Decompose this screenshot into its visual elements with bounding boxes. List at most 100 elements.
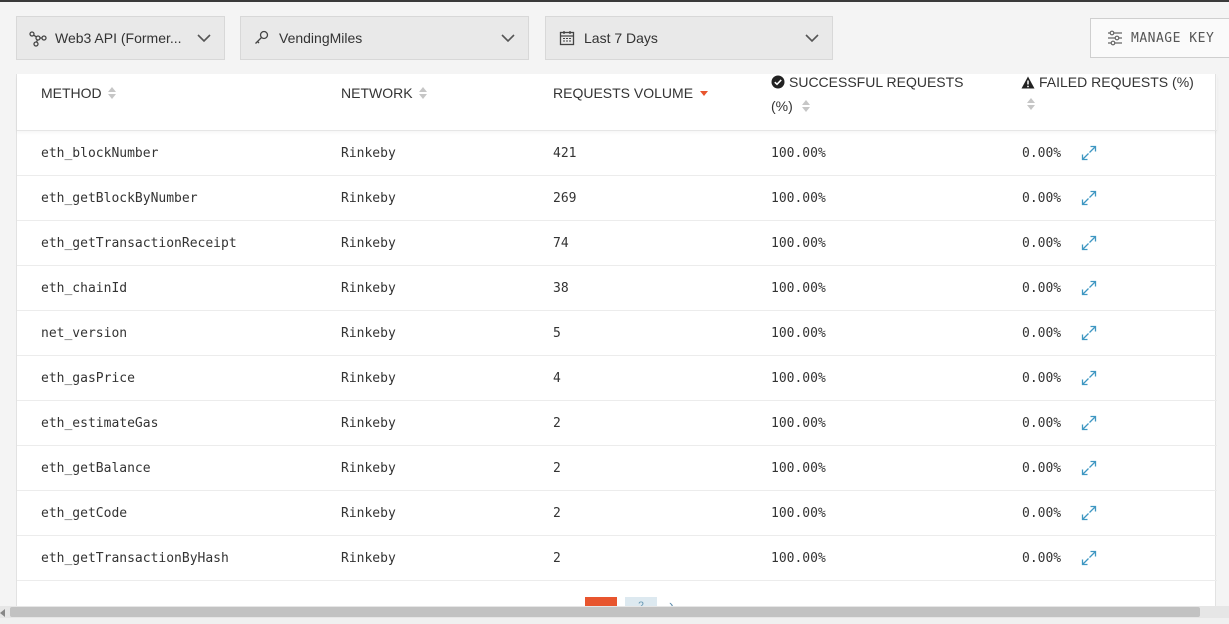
cell-success: 100.00% bbox=[771, 281, 826, 296]
key-select[interactable]: VendingMiles bbox=[240, 16, 529, 60]
cell-failed: 0.00% bbox=[1022, 281, 1062, 296]
cell-failed: 0.00% bbox=[1022, 236, 1062, 251]
cell-volume: 2 bbox=[553, 416, 561, 431]
cell-failed: 0.00% bbox=[1022, 551, 1062, 566]
expand-icon[interactable] bbox=[1080, 504, 1098, 522]
expand-icon[interactable] bbox=[1080, 324, 1098, 342]
column-failed-sort[interactable] bbox=[1027, 98, 1035, 110]
column-success[interactable]: SUCCESSFUL REQUESTS bbox=[771, 74, 964, 90]
key-select-value: VendingMiles bbox=[279, 30, 363, 46]
cell-success: 100.00% bbox=[771, 371, 826, 386]
cell-method: net_version bbox=[41, 326, 128, 341]
column-failed-label: FAILED REQUESTS (%) bbox=[1039, 74, 1194, 90]
cell-success: 100.00% bbox=[771, 326, 826, 341]
cell-method: eth_blockNumber bbox=[41, 146, 159, 161]
column-success-unit-label: (%) bbox=[771, 98, 793, 114]
cell-failed: 0.00% bbox=[1022, 416, 1062, 431]
cell-success: 100.00% bbox=[771, 146, 826, 161]
cell-volume: 4 bbox=[553, 371, 561, 386]
cell-method: eth_chainId bbox=[41, 281, 128, 296]
date-range-value: Last 7 Days bbox=[584, 30, 658, 46]
chevron-down-icon bbox=[804, 30, 820, 46]
manage-key-label: MANAGE KEY bbox=[1131, 30, 1215, 46]
cell-volume: 421 bbox=[553, 146, 577, 161]
app-select-value: Web3 API (Former... bbox=[55, 30, 182, 46]
cell-volume: 74 bbox=[553, 236, 569, 251]
cell-success: 100.00% bbox=[771, 236, 826, 251]
cell-volume: 38 bbox=[553, 281, 569, 296]
cell-network: Rinkeby bbox=[341, 281, 396, 296]
cell-volume: 2 bbox=[553, 551, 561, 566]
column-success-unit: (%) bbox=[771, 98, 810, 114]
table-row[interactable]: net_version Rinkeby 5 100.00% 0.00% bbox=[17, 311, 1217, 356]
cell-network: Rinkeby bbox=[341, 416, 396, 431]
table-row[interactable]: eth_estimateGas Rinkeby 2 100.00% 0.00% bbox=[17, 401, 1217, 446]
sort-desc-icon bbox=[700, 90, 709, 96]
cell-method: eth_getBlockByNumber bbox=[41, 191, 198, 206]
expand-icon[interactable] bbox=[1080, 459, 1098, 477]
column-volume-label: REQUESTS VOLUME bbox=[553, 85, 694, 101]
cell-network: Rinkeby bbox=[341, 326, 396, 341]
expand-icon[interactable] bbox=[1080, 369, 1098, 387]
cell-volume: 2 bbox=[553, 506, 561, 521]
table-row[interactable]: eth_blockNumber Rinkeby 421 100.00% 0.00% bbox=[17, 131, 1217, 176]
expand-icon[interactable] bbox=[1080, 234, 1098, 252]
cell-failed: 0.00% bbox=[1022, 371, 1062, 386]
table-row[interactable]: eth_chainId Rinkeby 38 100.00% 0.00% bbox=[17, 266, 1217, 311]
cell-method: eth_getBalance bbox=[41, 461, 151, 476]
scroll-left-icon[interactable] bbox=[0, 609, 5, 617]
calendar-icon bbox=[558, 29, 576, 47]
cell-network: Rinkeby bbox=[341, 146, 396, 161]
app-select[interactable]: Web3 API (Former... bbox=[16, 16, 225, 60]
sort-icon bbox=[418, 87, 427, 99]
horizontal-scrollbar[interactable] bbox=[0, 606, 1229, 618]
column-method[interactable]: METHOD bbox=[41, 85, 116, 101]
cell-failed: 0.00% bbox=[1022, 146, 1062, 161]
cell-method: eth_getCode bbox=[41, 506, 128, 521]
cell-network: Rinkeby bbox=[341, 461, 396, 476]
cell-volume: 269 bbox=[553, 191, 577, 206]
table-row[interactable]: eth_getBlockByNumber Rinkeby 269 100.00% 0.0… bbox=[17, 176, 1217, 221]
methods-table: METHOD NETWORK REQUESTS VOLUME SUCCESSFU… bbox=[16, 74, 1217, 617]
table-row[interactable]: eth_getBalance Rinkeby 2 100.00% 0.00% bbox=[17, 446, 1217, 491]
cell-success: 100.00% bbox=[771, 416, 826, 431]
cell-failed: 0.00% bbox=[1022, 326, 1062, 341]
column-failed[interactable]: FAILED REQUESTS (%) bbox=[1021, 74, 1194, 90]
expand-icon[interactable] bbox=[1080, 279, 1098, 297]
warning-icon bbox=[1021, 76, 1035, 89]
column-volume[interactable]: REQUESTS VOLUME bbox=[553, 85, 709, 101]
table-row[interactable]: eth_getTransactionReceipt Rinkeby 74 100.00… bbox=[17, 221, 1217, 266]
date-range-select[interactable]: Last 7 Days bbox=[545, 16, 833, 60]
key-icon bbox=[253, 29, 271, 47]
check-circle-icon bbox=[771, 75, 785, 89]
manage-key-button[interactable]: MANAGE KEY bbox=[1090, 18, 1229, 58]
cell-network: Rinkeby bbox=[341, 236, 396, 251]
column-network[interactable]: NETWORK bbox=[341, 85, 427, 101]
table-row[interactable]: eth_getCode Rinkeby 2 100.00% 0.00% bbox=[17, 491, 1217, 536]
column-method-label: METHOD bbox=[41, 85, 102, 101]
expand-icon[interactable] bbox=[1080, 549, 1098, 567]
cell-volume: 5 bbox=[553, 326, 561, 341]
sort-icon bbox=[1027, 98, 1035, 110]
cell-network: Rinkeby bbox=[341, 506, 396, 521]
sliders-icon bbox=[1107, 30, 1123, 46]
network-icon bbox=[29, 29, 47, 47]
column-success-label: SUCCESSFUL REQUESTS bbox=[789, 74, 964, 90]
expand-icon[interactable] bbox=[1080, 414, 1098, 432]
scrollbar-thumb[interactable] bbox=[10, 607, 1200, 617]
cell-failed: 0.00% bbox=[1022, 461, 1062, 476]
expand-icon[interactable] bbox=[1080, 144, 1098, 162]
cell-success: 100.00% bbox=[771, 506, 826, 521]
expand-icon[interactable] bbox=[1080, 189, 1098, 207]
cell-failed: 0.00% bbox=[1022, 506, 1062, 521]
table-row[interactable]: eth_getTransactionByHash Rinkeby 2 100.00% 0… bbox=[17, 536, 1217, 581]
cell-network: Rinkeby bbox=[341, 191, 396, 206]
top-border bbox=[0, 0, 1229, 2]
sort-icon[interactable] bbox=[801, 100, 810, 112]
cell-network: Rinkeby bbox=[341, 371, 396, 386]
column-network-label: NETWORK bbox=[341, 85, 413, 101]
cell-volume: 2 bbox=[553, 461, 561, 476]
cell-network: Rinkeby bbox=[341, 551, 396, 566]
table-row[interactable]: eth_gasPrice Rinkeby 4 100.00% 0.00% bbox=[17, 356, 1217, 401]
cell-method: eth_getTransactionReceipt bbox=[41, 236, 237, 251]
